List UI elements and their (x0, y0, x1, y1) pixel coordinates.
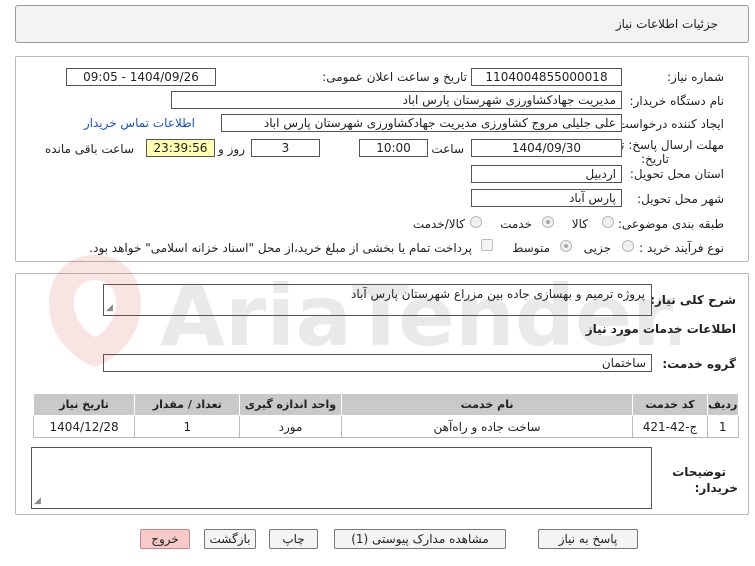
back-button[interactable]: بازگشت (204, 529, 256, 549)
cell-unit: مورد (239, 415, 342, 438)
buyer-org-label: نام دستگاه خریدار: (629, 94, 725, 108)
creator-field: علی جلیلی مروج کشاورزی مدیریت جهادکشاورز… (221, 114, 622, 132)
print-button[interactable]: چاپ (269, 529, 318, 549)
remaining-time-field: 23:39:56 (146, 139, 215, 157)
category-label: طبقه بندی موضوعی: (617, 217, 724, 231)
table-header-row: ردیف کد خدمت نام خدمت واحد اندازه گیری ت… (32, 393, 739, 416)
page-title: جزئیات اطلاعات نیاز (615, 17, 718, 31)
process-medium-label: متوسط (512, 241, 550, 255)
view-attachments-button[interactable]: مشاهده مدارک پیوستی (1) (334, 529, 506, 549)
col-name-header: نام خدمت (340, 393, 634, 416)
col-unit-header: واحد اندازه گیری (239, 393, 342, 416)
deadline-time-field: 10:00 (359, 139, 428, 157)
col-row-header: ردیف (706, 393, 739, 416)
payment-note: پرداخت تمام یا بخشی از مبلغ خرید،از محل … (89, 241, 472, 255)
cell-date: 1404/12/28 (32, 415, 136, 438)
category-goods-radio[interactable] (602, 216, 614, 228)
service-group-label: گروه خدمت: (662, 357, 736, 371)
cell-row: 1 (706, 415, 739, 438)
page-header: جزئیات اطلاعات نیاز (15, 5, 749, 43)
category-service-label: خدمت (500, 217, 532, 231)
remaining-label: ساعت باقی مانده (44, 142, 134, 156)
treasury-payment-checkbox[interactable] (481, 239, 493, 251)
city-field: پارس آباد (471, 189, 622, 207)
contact-buyer-link[interactable]: اطلاعات تماس خریدار (84, 116, 195, 130)
city-label: شهر محل تحویل: (637, 192, 724, 206)
col-date-header: تاریخ نیاز (32, 393, 136, 416)
service-group-field: ساختمان (103, 354, 652, 372)
deadline-date-field: 1404/09/30 (471, 139, 622, 157)
table-row: 1 ج-42-421 ساخت جاده و راه‌آهن مورد 1 14… (32, 415, 739, 438)
days-label: روز و (218, 142, 245, 156)
buyer-org-field: مدیریت جهادکشاورزی شهرستان پارس اباد (171, 91, 622, 109)
exit-button[interactable]: خروج (140, 529, 190, 549)
process-medium-radio[interactable] (560, 240, 572, 252)
cell-code: ج-42-421 (632, 415, 708, 438)
category-goods-service-radio[interactable] (470, 216, 482, 228)
process-label: نوع فرآیند خرید : (639, 241, 724, 255)
deadline-label: مهلت ارسال پاسخ: تا (617, 138, 724, 152)
resize-grip-icon[interactable]: ◢ (34, 496, 41, 506)
need-number-label: شماره نیاز: (667, 70, 724, 84)
reply-button[interactable]: پاسخ به نیاز (538, 529, 638, 549)
category-goods-service-label: کالا/خدمت (412, 217, 465, 231)
notes-label: توضیحات (672, 465, 726, 479)
notes-label-buyer: خریدار: (694, 481, 738, 495)
services-table: ردیف کد خدمت نام خدمت واحد اندازه گیری ت… (32, 393, 739, 438)
cell-qty: 1 (134, 415, 241, 438)
announce-field: 1404/09/26 - 09:05 (66, 68, 216, 86)
services-section-title: اطلاعات خدمات مورد نیاز (585, 322, 736, 336)
province-label: استان محل تحویل: (629, 167, 724, 181)
resize-grip-icon[interactable]: ◢ (106, 303, 113, 313)
summary-text: پروژه ترمیم و بهسازی جاده بین مزراع شهرس… (351, 287, 645, 301)
col-qty-header: تعداد / مقدار (134, 393, 241, 416)
summary-label: شرح کلی نیاز: (650, 293, 736, 307)
buyer-notes-textarea[interactable]: ◢ (31, 447, 652, 509)
process-minor-radio[interactable] (622, 240, 634, 252)
time-label: ساعت (431, 142, 464, 156)
process-minor-label: جزیی (583, 241, 611, 255)
province-field: اردبیل (471, 165, 622, 183)
col-code-header: کد خدمت (632, 393, 708, 416)
creator-label: ایجاد کننده درخواست: (613, 117, 724, 131)
category-goods-label: کالا (571, 217, 588, 231)
announce-label: تاریخ و ساعت اعلان عمومی: (322, 70, 467, 84)
days-field: 3 (251, 139, 320, 157)
cell-name: ساخت جاده و راه‌آهن (340, 415, 634, 438)
info-panel (15, 56, 749, 262)
need-number-field: 1104004855000018 (471, 68, 622, 86)
deadline-label-date: تاریخ: (641, 152, 669, 166)
category-service-radio[interactable] (542, 216, 554, 228)
summary-textarea: پروژه ترمیم و بهسازی جاده بین مزراع شهرس… (103, 284, 652, 316)
